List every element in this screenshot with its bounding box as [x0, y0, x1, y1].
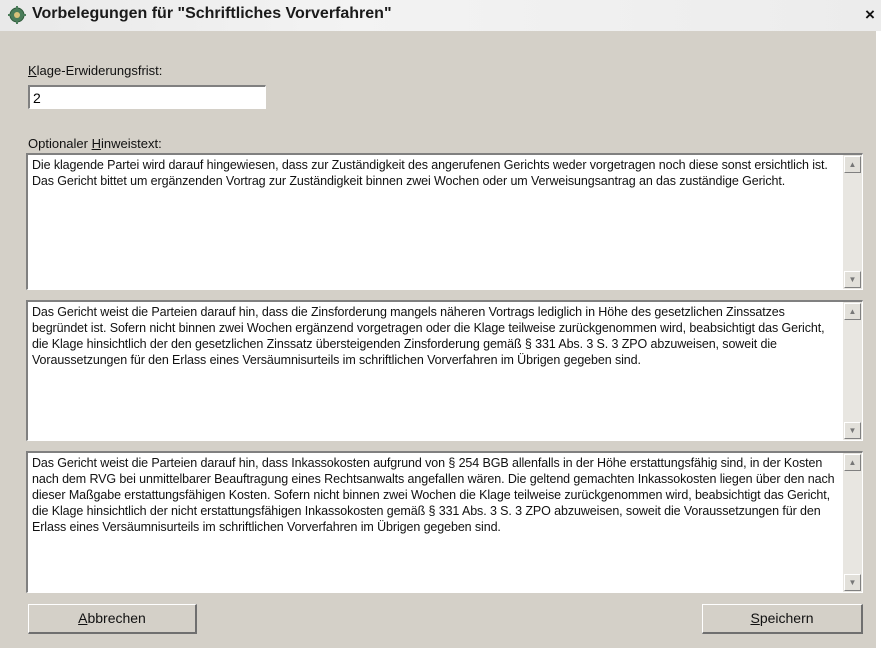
scroll-down-arrow-icon[interactable]: ▼	[844, 271, 861, 288]
hinweis-textbox-3[interactable]: Das Gericht weist die Parteien darauf hi…	[26, 451, 863, 593]
scrollbar-1[interactable]: ▲ ▼	[843, 155, 862, 289]
save-label-rest: peichern	[759, 610, 814, 626]
hinweis-textbox-2[interactable]: Das Gericht weist die Parteien darauf hi…	[26, 300, 863, 441]
app-gear-icon	[8, 6, 26, 24]
frist-label-mnemonic: K	[28, 63, 37, 78]
hinweis-label-text-a: Optionaler	[28, 136, 92, 151]
hinweis-text-3: Das Gericht weist die Parteien darauf hi…	[32, 456, 835, 534]
frist-label-text: lage-Erwiderungsfrist:	[36, 63, 163, 78]
hinweis-label: Optionaler Hinweistext:	[28, 136, 162, 151]
title-bar[interactable]: Vorbelegungen für "Schriftliches Vorverf…	[0, 0, 881, 31]
scroll-up-arrow-icon[interactable]: ▲	[844, 303, 861, 320]
scrollbar-3[interactable]: ▲ ▼	[843, 453, 862, 592]
cancel-button[interactable]: Abbrechen	[28, 604, 197, 634]
scroll-up-arrow-icon[interactable]: ▲	[844, 454, 861, 471]
scrollbar-2[interactable]: ▲ ▼	[843, 302, 862, 440]
frist-input[interactable]	[28, 85, 266, 109]
cancel-label-rest: bbrechen	[87, 610, 146, 626]
hinweis-label-mnemonic: H	[91, 136, 101, 151]
close-button[interactable]: ×	[861, 5, 879, 25]
hinweis-text-1: Die klagende Partei wird darauf hingewie…	[32, 158, 828, 188]
hinweis-label-text-b: inweistext:	[100, 136, 162, 151]
dialog-window: Vorbelegungen für "Schriftliches Vorverf…	[0, 0, 881, 648]
save-button[interactable]: Speichern	[702, 604, 863, 634]
save-mnemonic: S	[750, 610, 760, 626]
hinweis-text-2: Das Gericht weist die Parteien darauf hi…	[32, 305, 825, 367]
scroll-down-arrow-icon[interactable]: ▼	[844, 574, 861, 591]
scroll-up-arrow-icon[interactable]: ▲	[844, 156, 861, 173]
scroll-down-arrow-icon[interactable]: ▼	[844, 422, 861, 439]
hinweis-textbox-1[interactable]: Die klagende Partei wird darauf hingewie…	[26, 153, 863, 290]
window-title: Vorbelegungen für "Schriftliches Vorverf…	[32, 5, 392, 22]
frist-label: Klage-Erwiderungsfrist:	[28, 63, 162, 78]
